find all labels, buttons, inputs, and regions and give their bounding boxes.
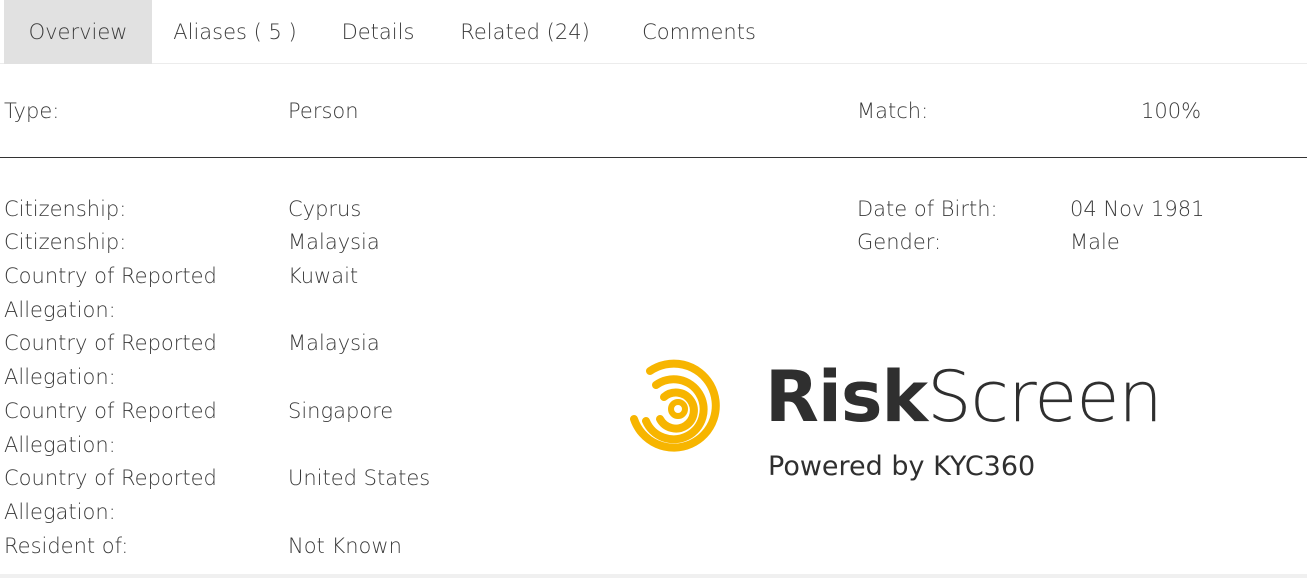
type-label: Type: — [4, 99, 60, 123]
allegation-country-label-cont: Allegation: — [4, 500, 116, 524]
allegation-country-value: Malaysia — [288, 331, 380, 355]
brand-name-light: Screen — [927, 356, 1163, 438]
date-of-birth-value: 04 Nov 1981 — [1070, 197, 1205, 221]
citizenship-value: Cyprus — [288, 197, 362, 221]
allegation-country-label-cont: Allegation: — [4, 365, 116, 389]
resident-of-value: Not Known — [288, 534, 402, 558]
tab-aliases[interactable]: Aliases ( 5 ) — [152, 0, 318, 64]
type-value: Person — [288, 99, 359, 123]
allegation-country-label: Country of Reported — [4, 466, 217, 490]
section-divider — [0, 157, 1307, 158]
brand-name-bold: Risk — [765, 356, 928, 438]
resident-of-label: Resident of: — [4, 534, 129, 558]
tab-details[interactable]: Details — [318, 0, 438, 64]
citizenship-label: Citizenship: — [4, 197, 127, 221]
match-value: 100% — [1141, 99, 1202, 123]
allegation-country-value: Singapore — [288, 399, 394, 423]
date-of-birth-label: Date of Birth: — [857, 197, 998, 221]
tab-overview[interactable]: Overview — [4, 0, 152, 64]
allegation-country-label-cont: Allegation: — [4, 433, 116, 457]
tab-comments[interactable]: Comments — [612, 0, 786, 64]
fingerprint-rings-icon — [630, 359, 720, 452]
riskscreen-logo-text: RiskScreen — [765, 352, 1163, 442]
match-label: Match: — [857, 99, 929, 123]
brand-tagline: Powered by KYC360 — [768, 451, 1036, 482]
allegation-country-value: Kuwait — [288, 264, 359, 288]
gender-value: Male — [1070, 230, 1120, 254]
allegation-country-label: Country of Reported — [4, 331, 217, 355]
citizenship-label: Citizenship: — [4, 230, 127, 254]
allegation-country-label: Country of Reported — [4, 264, 217, 288]
allegation-country-value: United States — [288, 466, 431, 490]
allegation-country-label-cont: Allegation: — [4, 298, 116, 322]
allegation-country-label: Country of Reported — [4, 399, 217, 423]
tab-related[interactable]: Related (24) — [438, 0, 612, 64]
citizenship-value: Malaysia — [288, 230, 380, 254]
bottom-border — [0, 574, 1307, 578]
tab-bar: Overview Aliases ( 5 ) Details Related (… — [0, 0, 1307, 64]
gender-label: Gender: — [857, 230, 942, 254]
